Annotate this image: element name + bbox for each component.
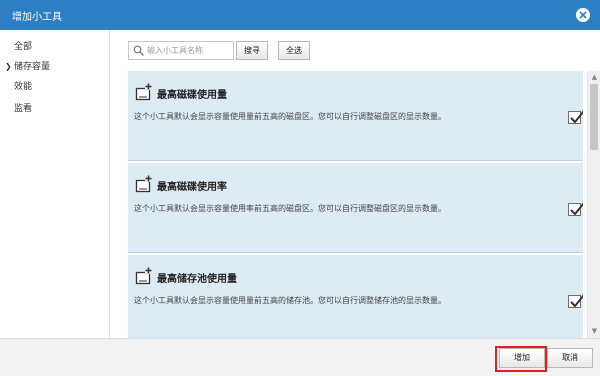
category-sidebar: 全部 ❯ 储存容量 效能 监看 (0, 30, 110, 338)
dialog-title: 增加小工具 (12, 12, 62, 23)
sidebar-item-storage[interactable]: ❯ 储存容量 (0, 57, 110, 77)
widget-description: 这个小工具默认会显示容量使用量前五高的储存池。您可以自行调整储存池的显示数量。 (134, 296, 446, 305)
sidebar-item-label: 效能 (14, 82, 33, 92)
widget-description: 这个小工具默认会显示容量使用率前五高的磁盘区。您可以自行调整磁盘区的显示数量。 (134, 204, 446, 213)
widget-title: 最高储存池使用量 (157, 274, 237, 285)
select-all-button[interactable]: 全选 (278, 41, 310, 60)
widget-add-icon (134, 82, 154, 105)
widget-checkbox[interactable] (568, 202, 583, 216)
widget-list: 最高磁碟使用量 这个小工具默认会显示容量使用量前五高的磁盘区。您可以自行调整磁盘… (128, 71, 583, 338)
widget-add-icon (134, 174, 154, 197)
dialog-titlebar: 增加小工具 (0, 0, 600, 30)
sidebar-item-label: 全部 (14, 42, 33, 52)
search-icon (133, 45, 144, 59)
widget-card[interactable]: 最高磁碟使用量 这个小工具默认会显示容量使用量前五高的磁盘区。您可以自行调整磁盘… (128, 71, 583, 161)
widget-title: 最高磁碟使用量 (157, 90, 227, 101)
chevron-right-icon: ❯ (5, 62, 12, 71)
sidebar-item-performance[interactable]: 效能 (0, 77, 110, 97)
dialog-footer: 增加 取消 (0, 338, 600, 376)
sidebar-item-all[interactable]: 全部 (0, 37, 110, 57)
scroll-up-icon[interactable]: ▲ (590, 73, 599, 82)
widget-add-icon (134, 266, 154, 289)
widget-card[interactable]: 最高储存池使用量 这个小工具默认会显示容量使用量前五高的储存池。您可以自行调整储… (128, 255, 583, 338)
search-box (128, 41, 234, 60)
widget-title: 最高磁碟使用率 (157, 182, 227, 193)
add-button[interactable]: 增加 (499, 348, 545, 368)
close-icon[interactable] (576, 8, 590, 22)
widget-description: 这个小工具默认会显示容量使用量前五高的磁盘区。您可以自行调整磁盘区的显示数量。 (134, 112, 446, 121)
widget-checkbox[interactable] (568, 294, 583, 308)
search-button[interactable]: 搜寻 (236, 41, 268, 60)
widget-checkbox[interactable] (568, 110, 583, 124)
list-scrollbar[interactable]: ▲ ▼ (587, 71, 600, 338)
sidebar-item-label: 监看 (14, 104, 33, 114)
scrollbar-thumb[interactable] (590, 84, 598, 150)
search-input[interactable] (147, 44, 231, 57)
widget-card[interactable]: 最高磁碟使用率 这个小工具默认会显示容量使用率前五高的磁盘区。您可以自行调整磁盘… (128, 163, 583, 253)
cancel-button[interactable]: 取消 (547, 348, 593, 368)
sidebar-item-label: 储存容量 (14, 62, 51, 72)
scroll-down-icon[interactable]: ▼ (590, 327, 599, 336)
sidebar-item-monitor[interactable]: 监看 (0, 99, 110, 119)
